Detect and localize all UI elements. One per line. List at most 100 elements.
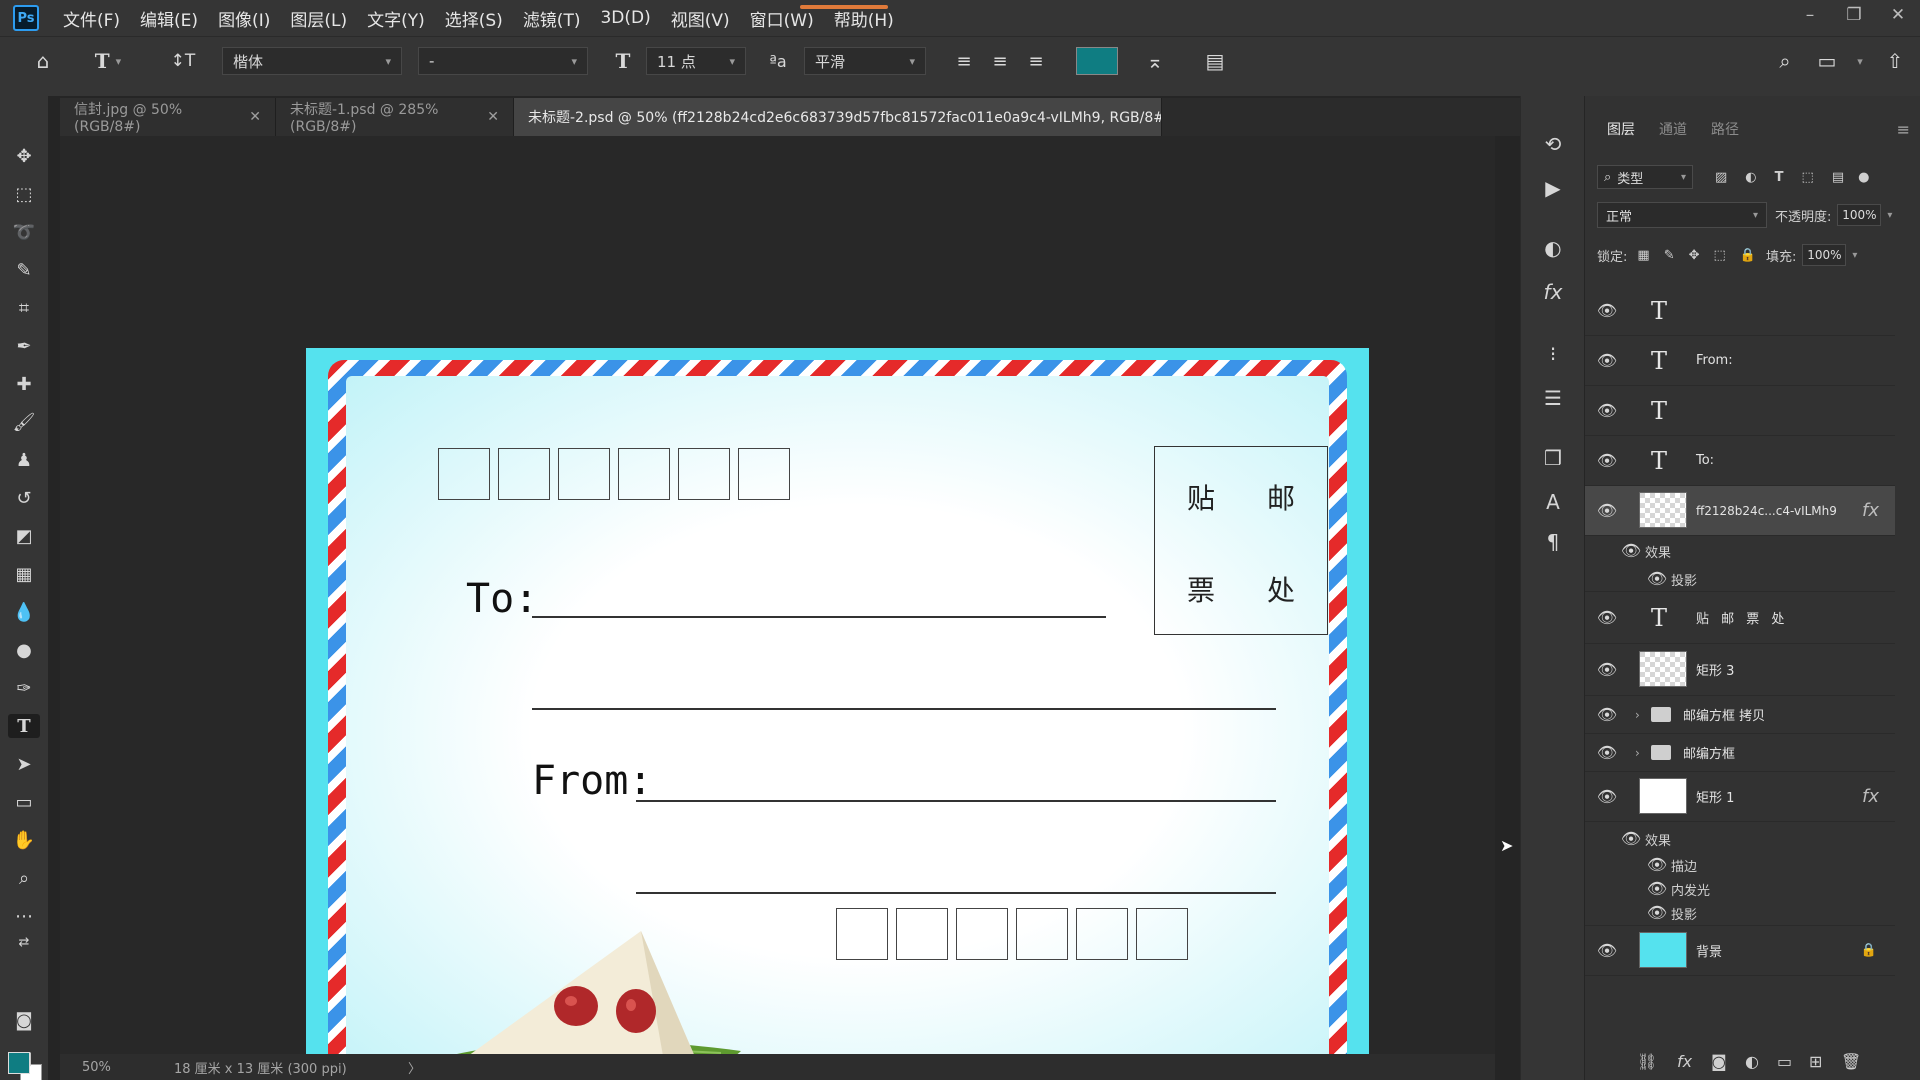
brush-tool-icon[interactable]: 🖌 xyxy=(12,410,36,434)
share-icon[interactable]: ⇧ xyxy=(1880,47,1910,75)
eraser-tool-icon[interactable]: ◩ xyxy=(12,524,36,548)
menu-help[interactable]: 帮助(H) xyxy=(824,6,904,31)
opacity-input[interactable]: 100% xyxy=(1837,204,1882,226)
more-tools-icon[interactable]: ⋯ xyxy=(12,904,36,928)
lock-position-icon[interactable]: ✥ xyxy=(1689,248,1700,263)
eye-icon[interactable]: 👁 xyxy=(1595,501,1619,521)
type-tool-icon[interactable]: T xyxy=(8,714,40,738)
eye-icon[interactable]: 👁 xyxy=(1595,301,1619,321)
align-right-icon[interactable]: ≡ xyxy=(1022,47,1050,75)
eye-icon[interactable]: 👁 xyxy=(1619,540,1643,560)
effect-drop-shadow[interactable]: 投影 xyxy=(1671,570,1697,589)
new-group-icon[interactable]: ▭ xyxy=(1777,1052,1792,1071)
quick-mask-icon[interactable]: ◙ xyxy=(12,1008,36,1032)
restore-button[interactable]: ❐ xyxy=(1832,0,1876,30)
lock-icon[interactable]: 🔒 xyxy=(1861,943,1877,958)
brush-settings-icon[interactable]: ☰ xyxy=(1541,386,1565,410)
chevron-right-icon[interactable]: › xyxy=(1635,746,1640,760)
close-icon[interactable]: ✕ xyxy=(487,109,499,125)
menu-window[interactable]: 窗口(W) xyxy=(740,6,824,31)
eye-icon[interactable]: 👁 xyxy=(1595,787,1619,807)
eyedropper-tool-icon[interactable]: ✒ xyxy=(12,334,36,358)
menu-layer[interactable]: 图层(L) xyxy=(280,6,357,31)
app-logo[interactable]: Ps xyxy=(13,5,39,31)
layer-row-text[interactable]: 👁 T xyxy=(1585,286,1895,336)
layer-row-group[interactable]: 👁 › 邮编方框 xyxy=(1585,734,1895,772)
minimize-button[interactable]: – xyxy=(1788,0,1832,30)
text-color-swatch[interactable] xyxy=(1076,47,1118,75)
close-icon[interactable]: ✕ xyxy=(249,109,261,125)
eye-icon[interactable]: 👁 xyxy=(1645,902,1669,922)
effect-drop-shadow[interactable]: 投影 xyxy=(1671,904,1697,923)
3d-icon[interactable]: ❒ xyxy=(1541,446,1565,470)
chevron-down-icon[interactable]: ▾ xyxy=(1887,210,1892,221)
layer-row-rect-3[interactable]: 👁 矩形 3 xyxy=(1585,644,1895,696)
layer-row-rect-1[interactable]: 👁 矩形 1 fx xyxy=(1585,772,1895,822)
font-style-select[interactable]: - ▾ xyxy=(418,47,588,75)
pen-tool-icon[interactable]: ✑ xyxy=(12,676,36,700)
crop-tool-icon[interactable]: ⌗ xyxy=(12,296,36,320)
layer-row-to-text[interactable]: 👁 T To: xyxy=(1585,436,1895,486)
chevron-down-icon[interactable]: ▾ xyxy=(1850,47,1870,75)
filter-smart-icon[interactable]: ▤ xyxy=(1832,170,1844,185)
tab-untitled-1[interactable]: 未标题-1.psd @ 285%(RGB/8#) ✕ xyxy=(276,98,514,136)
history-brush-tool-icon[interactable]: ↺ xyxy=(12,486,36,510)
zoom-level[interactable]: 50% xyxy=(82,1060,142,1075)
eye-icon[interactable]: 👁 xyxy=(1595,608,1619,628)
healing-brush-tool-icon[interactable]: ✚ xyxy=(12,372,36,396)
font-family-select[interactable]: 楷体 ▾ xyxy=(222,47,402,75)
document-info[interactable]: 18 厘米 x 13 厘米 (300 ppi) xyxy=(174,1058,394,1077)
filter-toggle-icon[interactable]: ● xyxy=(1858,170,1869,185)
eye-icon[interactable]: 👁 xyxy=(1595,941,1619,961)
filter-kind-select[interactable]: ⌕ 类型 ▾ xyxy=(1597,165,1693,189)
menu-file[interactable]: 文件(F) xyxy=(53,6,130,31)
eye-icon[interactable]: 👁 xyxy=(1645,854,1669,874)
layer-row-background[interactable]: 👁 背景 🔒 xyxy=(1585,926,1895,976)
menu-3d[interactable]: 3D(D) xyxy=(590,8,660,28)
tab-layers[interactable]: 图层 xyxy=(1595,119,1647,139)
layer-row-from-text[interactable]: 👁 T From: xyxy=(1585,336,1895,386)
tab-envelope-jpg[interactable]: 信封.jpg @ 50%(RGB/8#) ✕ xyxy=(60,98,276,136)
warp-text-icon[interactable]: ⌅ xyxy=(1140,47,1170,75)
chevron-right-icon[interactable]: › xyxy=(1635,708,1640,722)
text-orientation-icon[interactable]: ↕T xyxy=(168,47,198,75)
actions-icon[interactable]: ▶ xyxy=(1541,176,1565,200)
adjustments-icon[interactable]: ◐ xyxy=(1541,236,1565,260)
swap-colors-icon[interactable]: ⇄ xyxy=(12,930,36,954)
antialias-select[interactable]: 平滑 ▾ xyxy=(804,47,926,75)
workspace-icon[interactable]: ▭ xyxy=(1812,47,1842,75)
search-icon[interactable]: ⌕ xyxy=(1770,47,1800,75)
blur-tool-icon[interactable]: 💧 xyxy=(12,600,36,624)
styles-icon[interactable]: fx xyxy=(1541,280,1565,304)
history-icon[interactable]: ⟲ xyxy=(1541,132,1565,156)
home-icon[interactable]: ⌂ xyxy=(28,47,58,75)
layer-row-image[interactable]: 👁 ff2128b24c...c4-vILMh9 fx xyxy=(1585,486,1895,536)
document-canvas[interactable]: 贴 邮 票 处 To: From: xyxy=(306,348,1369,1080)
eye-icon[interactable]: 👁 xyxy=(1595,401,1619,421)
menu-select[interactable]: 选择(S) xyxy=(435,6,513,31)
eye-icon[interactable]: 👁 xyxy=(1595,351,1619,371)
menu-type[interactable]: 文字(Y) xyxy=(357,6,435,31)
menu-edit[interactable]: 编辑(E) xyxy=(130,6,208,31)
dodge-tool-icon[interactable]: ● xyxy=(12,638,36,662)
menu-filter[interactable]: 滤镜(T) xyxy=(513,6,591,31)
chevron-right-icon[interactable]: 〉 xyxy=(408,1058,421,1077)
menu-image[interactable]: 图像(I) xyxy=(208,6,280,31)
lock-artboard-icon[interactable]: ⬚ xyxy=(1714,248,1726,263)
new-layer-icon[interactable]: ⊞ xyxy=(1809,1052,1822,1071)
effect-inner-glow[interactable]: 内发光 xyxy=(1671,880,1710,899)
eye-icon[interactable]: 👁 xyxy=(1645,568,1669,588)
align-center-icon[interactable]: ≡ xyxy=(986,47,1014,75)
fill-input[interactable]: 100% xyxy=(1802,244,1847,266)
paragraph-icon[interactable]: ¶ xyxy=(1541,530,1565,554)
filter-adjustment-icon[interactable]: ◐ xyxy=(1745,170,1756,185)
lock-transparency-icon[interactable]: ▦ xyxy=(1637,248,1649,263)
eye-icon[interactable]: 👁 xyxy=(1595,705,1619,725)
eye-icon[interactable]: 👁 xyxy=(1595,660,1619,680)
to-label[interactable]: To: xyxy=(466,576,538,622)
chevron-down-icon[interactable]: ▾ xyxy=(1852,250,1857,261)
lock-all-icon[interactable]: 🔒 xyxy=(1740,248,1756,263)
layer-row-text[interactable]: 👁 T xyxy=(1585,386,1895,436)
path-select-tool-icon[interactable]: ➤ xyxy=(12,752,36,776)
add-mask-icon[interactable]: ◙ xyxy=(1711,1052,1727,1071)
